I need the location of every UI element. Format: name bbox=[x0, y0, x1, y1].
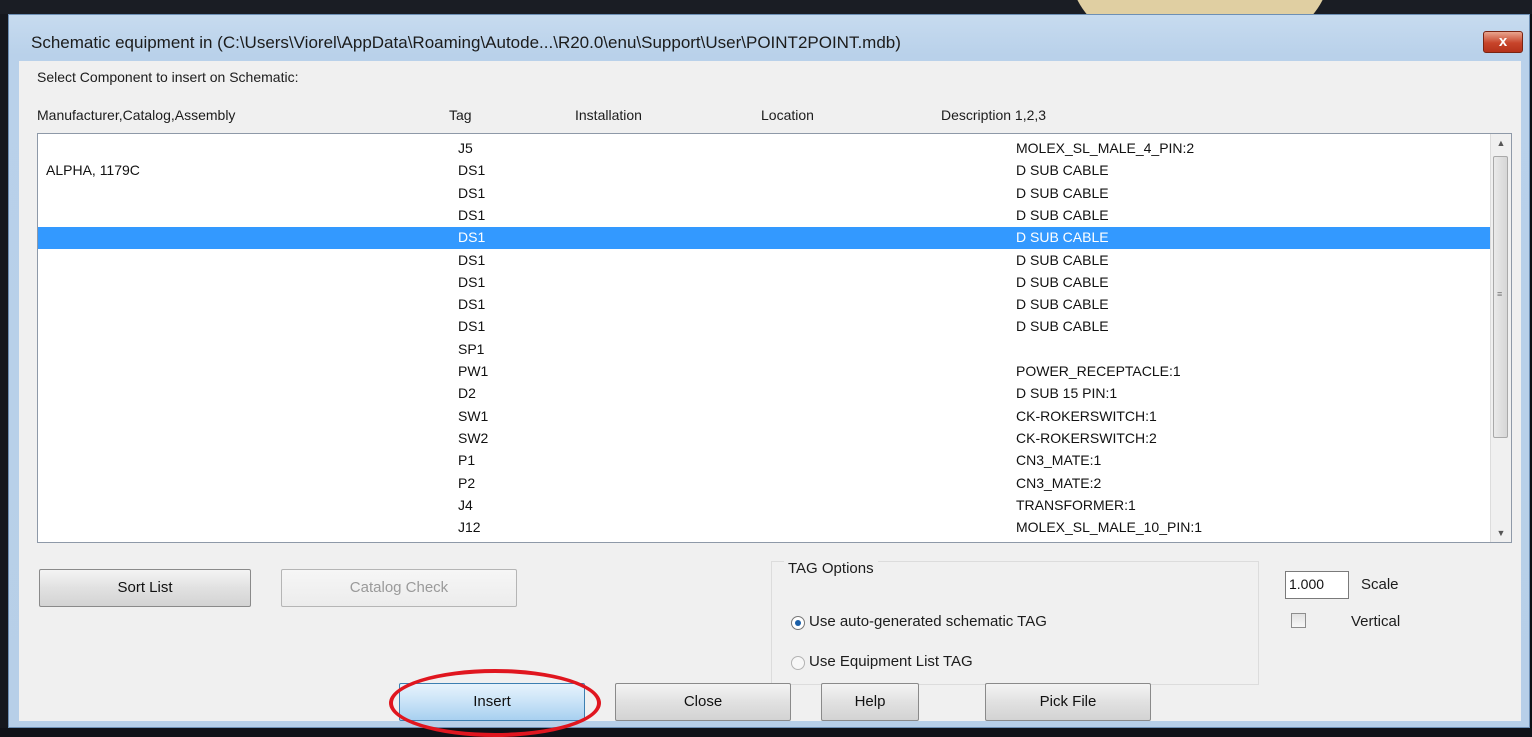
cell-tag: J4 bbox=[458, 496, 473, 513]
cell-tag: PW1 bbox=[458, 363, 489, 379]
cell-tag: DS1 bbox=[458, 251, 486, 268]
component-list[interactable]: J5 MOLEX_SL_MALE_4_PIN:2 ALPHA, 1179C DS1 D … bbox=[37, 133, 1512, 543]
column-header-installation[interactable]: Installation bbox=[575, 107, 642, 123]
table-row[interactable]: ALPHA, 1179C DS1 D SUB CABLE bbox=[38, 160, 1493, 182]
auto-tag-label[interactable]: Use auto-generated schematic TAG bbox=[809, 613, 1047, 630]
cell-tag: DS1 bbox=[458, 318, 486, 335]
table-row[interactable]: SP1 bbox=[38, 339, 1493, 361]
pick-file-button[interactable]: Pick File bbox=[985, 683, 1151, 721]
table-row[interactable]: J12 MOLEX_SL_MALE_10_PIN:1 bbox=[38, 517, 1493, 539]
cell-description: D SUB CABLE bbox=[1016, 273, 1109, 290]
cell-tag: DS1 bbox=[458, 229, 486, 246]
cell-tag: DS1 bbox=[458, 184, 486, 201]
vertical-checkbox[interactable] bbox=[1291, 613, 1306, 628]
cell-tag: J12 bbox=[458, 519, 481, 536]
auto-tag-radio[interactable] bbox=[791, 616, 805, 630]
background-bottom-edge bbox=[0, 728, 1532, 737]
cell-tag: J5 bbox=[458, 140, 473, 156]
tag-options-title: TAG Options bbox=[784, 560, 878, 577]
scale-label: Scale bbox=[1361, 576, 1399, 593]
cell-description: D SUB CABLE bbox=[1016, 296, 1109, 313]
table-row[interactable]: PW1 POWER_RECEPTACLE:1 bbox=[38, 361, 1493, 383]
table-row[interactable]: DS1 D SUB CABLE bbox=[38, 250, 1493, 272]
cell-description: POWER_RECEPTACLE:1 bbox=[1016, 363, 1181, 379]
cell-description: CN3_MATE:2 bbox=[1016, 474, 1102, 491]
cell-tag: D2 bbox=[458, 385, 476, 402]
sort-list-button[interactable]: Sort List bbox=[39, 569, 251, 607]
scroll-down-icon[interactable]: ▼ bbox=[1491, 524, 1511, 542]
table-row[interactable]: P1 CN3_MATE:1 bbox=[38, 450, 1493, 472]
table-row[interactable]: DS1 D SUB CABLE bbox=[38, 294, 1493, 316]
table-row[interactable]: DS1 D SUB CABLE bbox=[38, 183, 1493, 205]
scroll-up-icon[interactable]: ▲ bbox=[1491, 134, 1511, 152]
cell-description: D SUB CABLE bbox=[1016, 318, 1109, 335]
column-header-location[interactable]: Location bbox=[761, 107, 814, 123]
cell-description: D SUB CABLE bbox=[1016, 162, 1109, 179]
cell-description: CK-ROKERSWITCH:2 bbox=[1016, 429, 1157, 446]
schematic-equipment-dialog: Schematic equipment in (C:\Users\Viorel\… bbox=[8, 14, 1530, 737]
cell-description: MOLEX_SL_MALE_4_PIN:2 bbox=[1016, 140, 1195, 156]
list-vertical-scrollbar[interactable]: ▲ ≡ ▼ bbox=[1490, 134, 1511, 542]
cell-tag: SW2 bbox=[458, 429, 489, 446]
scale-input[interactable]: 1.000 bbox=[1285, 571, 1349, 599]
cell-tag: DS1 bbox=[458, 206, 486, 223]
table-row[interactable]: SW1 CK-ROKERSWITCH:1 bbox=[38, 406, 1493, 428]
close-button[interactable]: Close bbox=[615, 683, 791, 721]
column-header-description[interactable]: Description 1,2,3 bbox=[941, 107, 1046, 123]
vertical-label: Vertical bbox=[1351, 613, 1401, 630]
cell-tag: DS1 bbox=[458, 296, 486, 313]
cell-tag: SW1 bbox=[458, 407, 489, 424]
cell-description: D SUB CABLE bbox=[1016, 184, 1109, 201]
table-row[interactable]: DS1 D SUB CABLE bbox=[38, 205, 1493, 227]
cell-description: D SUB CABLE bbox=[1016, 206, 1109, 223]
close-icon[interactable]: x bbox=[1483, 31, 1523, 53]
cell-description: D SUB CABLE bbox=[1016, 251, 1109, 268]
cell-description: MOLEX_SL_MALE_10_PIN:1 bbox=[1016, 519, 1202, 536]
table-row[interactable]: D2 D SUB 15 PIN:1 bbox=[38, 383, 1493, 405]
dialog-titlebar[interactable]: Schematic equipment in (C:\Users\Viorel\… bbox=[9, 15, 1529, 61]
table-row[interactable]: P2 CN3_MATE:2 bbox=[38, 473, 1493, 495]
cell-tag: DS1 bbox=[458, 273, 486, 290]
table-row-selected[interactable]: DS1 D SUB CABLE bbox=[38, 227, 1493, 250]
table-row[interactable]: J4 TRANSFORMER:1 bbox=[38, 495, 1493, 517]
scroll-grip-icon: ≡ bbox=[1497, 289, 1503, 299]
cell-description: CN3_MATE:1 bbox=[1016, 452, 1102, 469]
dialog-title: Schematic equipment in (C:\Users\Viorel\… bbox=[31, 33, 901, 52]
cell-description: CK-ROKERSWITCH:1 bbox=[1016, 407, 1157, 424]
help-button[interactable]: Help bbox=[821, 683, 919, 721]
cell-description: TRANSFORMER:1 bbox=[1016, 496, 1136, 513]
equipment-tag-radio[interactable] bbox=[791, 656, 805, 670]
cell-tag: P1 bbox=[458, 452, 476, 469]
background-left-edge bbox=[0, 14, 8, 737]
table-row[interactable]: DS1 D SUB CABLE bbox=[38, 272, 1493, 294]
cell-description: D SUB 15 PIN:1 bbox=[1016, 385, 1118, 402]
column-header-manufacturer[interactable]: Manufacturer,Catalog,Assembly bbox=[37, 107, 235, 123]
table-row[interactable]: J5 MOLEX_SL_MALE_4_PIN:2 bbox=[38, 138, 1493, 160]
cell-manufacturer: ALPHA, 1179C bbox=[46, 162, 140, 179]
table-row[interactable]: SW2 CK-ROKERSWITCH:2 bbox=[38, 428, 1493, 450]
cell-tag: SP1 bbox=[458, 340, 485, 357]
scroll-thumb[interactable]: ≡ bbox=[1493, 156, 1508, 438]
select-component-label: Select Component to insert on Schematic: bbox=[37, 69, 299, 85]
column-header-tag[interactable]: Tag bbox=[449, 107, 472, 123]
dialog-client-area: Select Component to insert on Schematic:… bbox=[19, 61, 1521, 737]
cell-tag: P2 bbox=[458, 474, 476, 491]
equipment-tag-label[interactable]: Use Equipment List TAG bbox=[809, 653, 973, 670]
table-row[interactable]: DS1 D SUB CABLE bbox=[38, 316, 1493, 338]
cell-tag: DS1 bbox=[458, 162, 486, 179]
cell-description: D SUB CABLE bbox=[1016, 229, 1109, 246]
catalog-check-button[interactable]: Catalog Check bbox=[281, 569, 517, 607]
insert-highlight-annotation bbox=[389, 669, 601, 737]
